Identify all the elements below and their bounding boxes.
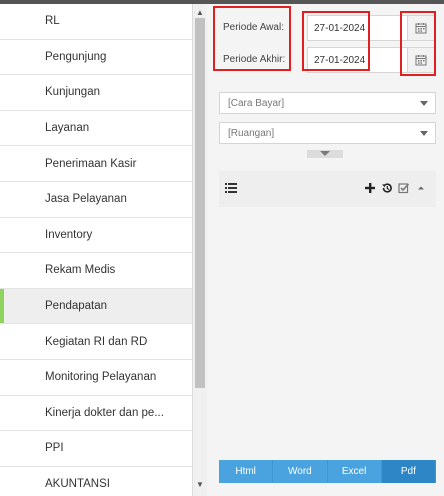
- sidebar-item-akuntansi[interactable]: AKUNTANSI: [0, 466, 192, 496]
- sidebar-item-inventory[interactable]: Inventory: [0, 217, 192, 254]
- sidebar-item-layanan[interactable]: Layanan: [0, 110, 192, 147]
- sidebar-item-label: Inventory: [45, 228, 93, 241]
- sidebar-item-pendapatan[interactable]: Pendapatan: [0, 288, 192, 325]
- scroll-down-arrow-icon[interactable]: ▼: [193, 480, 207, 490]
- sidebar-item-label: Kegiatan RI dan RD: [45, 335, 148, 348]
- grid-toolbar: [219, 171, 436, 207]
- sidebar-item-label: Pengunjung: [45, 50, 107, 63]
- sidebar-item-kunjungan[interactable]: Kunjungan: [0, 75, 192, 111]
- sidebar-item-kinerja-dokter[interactable]: Kinerja dokter dan pe...: [0, 395, 192, 432]
- export-html-button[interactable]: Html: [219, 460, 274, 483]
- ruangan-select[interactable]: [Ruangan]: [219, 122, 436, 144]
- sidebar-item-label: Jasa Pelayanan: [45, 193, 127, 206]
- chevron-down-icon: [420, 131, 428, 136]
- sidebar-item-label: AKUNTANSI: [45, 478, 110, 491]
- sidebar-scrollbar[interactable]: ▲ ▼: [193, 4, 207, 496]
- sidebar-item-label: Layanan: [45, 122, 90, 135]
- scroll-up-arrow-icon[interactable]: ▲: [193, 8, 207, 18]
- chevron-up-icon[interactable]: [414, 181, 428, 195]
- sidebar-item-label: Kunjungan: [45, 86, 100, 99]
- plus-icon[interactable]: [363, 181, 377, 195]
- sidebar-item-label: Monitoring Pelayanan: [45, 371, 157, 384]
- export-pdf-button[interactable]: Pdf: [381, 460, 436, 483]
- export-bar: Html Word Excel Pdf: [219, 460, 436, 483]
- highlight-box-calendar-buttons: [400, 11, 436, 76]
- report-filter-panel: Periode Awal: 27-01-2024 Periode Akhir: …: [207, 4, 444, 496]
- sidebar-menu: RL Pengunjung Kunjungan Layanan Penerima…: [0, 4, 193, 496]
- sidebar-item-pengunjung[interactable]: Pengunjung: [0, 39, 192, 76]
- sidebar-item-jasa-pelayanan[interactable]: Jasa Pelayanan: [0, 181, 192, 218]
- sidebar-item-kegiatan-ri-rd[interactable]: Kegiatan RI dan RD: [0, 324, 192, 360]
- sidebar-item-ppi[interactable]: PPI: [0, 431, 192, 467]
- sidebar-item-label: Rekam Medis: [45, 264, 116, 277]
- chevron-down-icon: [420, 101, 428, 106]
- sidebar-item-penerimaan-kasir[interactable]: Penerimaan Kasir: [0, 146, 192, 182]
- sidebar-item-label: Penerimaan Kasir: [45, 157, 137, 170]
- collapse-filter-toggle[interactable]: [307, 150, 343, 158]
- grid-tools: [363, 181, 428, 195]
- export-word-button[interactable]: Word: [273, 460, 328, 483]
- list-icon[interactable]: [225, 183, 237, 196]
- export-excel-button[interactable]: Excel: [327, 460, 382, 483]
- history-icon[interactable]: [380, 181, 394, 195]
- sidebar-item-monitoring-pelayanan[interactable]: Monitoring Pelayanan: [0, 359, 192, 396]
- highlight-box-labels: [213, 6, 291, 71]
- highlight-box-date-inputs: [302, 11, 370, 71]
- ruangan-placeholder: [Ruangan]: [228, 128, 275, 139]
- sidebar-item-rekam-medis[interactable]: Rekam Medis: [0, 253, 192, 289]
- cara-bayar-select[interactable]: [Cara Bayar]: [219, 92, 436, 114]
- sidebar-item-label: Kinerja dokter dan pe...: [45, 406, 164, 419]
- sidebar-item-label: Pendapatan: [45, 300, 108, 313]
- sidebar-item-label: RL: [45, 15, 60, 28]
- sidebar-item-label: PPI: [45, 442, 64, 455]
- scroll-thumb[interactable]: [195, 18, 205, 388]
- check-square-icon[interactable]: [397, 181, 411, 195]
- cara-bayar-placeholder: [Cara Bayar]: [228, 98, 285, 109]
- sidebar-item-rl[interactable]: RL: [0, 4, 192, 40]
